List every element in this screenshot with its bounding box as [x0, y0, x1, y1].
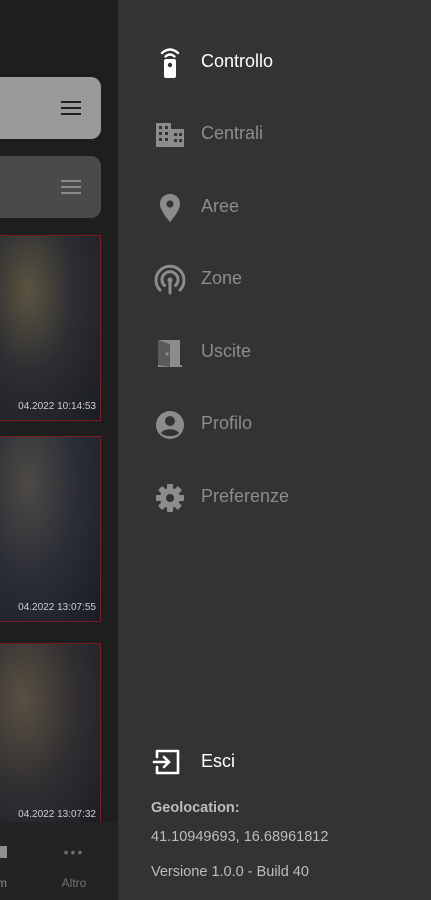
- building-icon: [154, 119, 186, 151]
- version-text: Versione 1.0.0 - Build 40: [151, 864, 309, 880]
- nav-item-preferenze[interactable]: Preferenze: [118, 469, 431, 525]
- nav-label: Preferenze: [201, 486, 290, 506]
- nav-item-centrali[interactable]: Centrali: [118, 106, 431, 162]
- background-card[interactable]: [0, 156, 101, 218]
- background-app: 04.2022 10:14:53 04.2022 13:07:55 04.202…: [0, 0, 118, 900]
- door-icon: [154, 337, 186, 369]
- camera-thumbnail[interactable]: 04.2022 10:14:53: [0, 235, 101, 421]
- navigation-drawer: Controllo Centrali Aree Zone Uscite Prof…: [118, 0, 431, 900]
- account-circle-icon: [154, 409, 186, 441]
- thumbnail-timestamp: 04.2022 10:14:53: [18, 401, 96, 412]
- nav-item-uscite[interactable]: Uscite: [118, 324, 431, 380]
- remote-control-icon: [154, 47, 186, 79]
- geolocation-value: 41.10949693, 16.68961812: [151, 829, 329, 845]
- camera-thumbnail[interactable]: 04.2022 13:07:55: [0, 436, 101, 622]
- menu-icon[interactable]: [61, 101, 81, 115]
- background-card[interactable]: [0, 77, 101, 139]
- nav-label: Uscite: [201, 341, 252, 361]
- thumbnail-timestamp: 04.2022 13:07:55: [18, 602, 96, 613]
- tab-label: Altro: [61, 876, 87, 890]
- camera-tab-icon: [0, 844, 22, 860]
- menu-icon[interactable]: [61, 180, 81, 194]
- logout-icon: [151, 746, 183, 778]
- nav-label: Profilo: [201, 413, 253, 433]
- background-header: [0, 0, 118, 60]
- tab-camera[interactable]: m: [0, 822, 22, 900]
- nav-label: Controllo: [201, 51, 274, 71]
- bottom-tab-bar: m ••• Altro: [0, 822, 118, 900]
- location-pin-icon: [154, 192, 186, 224]
- camera-thumbnail[interactable]: 04.2022 13:07:32: [0, 643, 101, 829]
- nav-label: Zone: [201, 268, 243, 288]
- tab-label: m: [0, 876, 7, 890]
- tab-more[interactable]: ••• Altro: [52, 822, 96, 900]
- thumbnail-timestamp: 04.2022 13:07:32: [18, 809, 96, 820]
- nav-item-zone[interactable]: Zone: [118, 251, 431, 307]
- nav-label: Aree: [201, 196, 240, 216]
- nav-item-aree[interactable]: Aree: [118, 179, 431, 235]
- nav-label: Centrali: [201, 123, 264, 143]
- geolocation-title: Geolocation:: [151, 800, 240, 816]
- nav-item-controllo[interactable]: Controllo: [118, 34, 431, 90]
- more-horizontal-icon: •••: [63, 844, 85, 860]
- gear-icon: [154, 482, 186, 514]
- radar-icon: [154, 264, 186, 296]
- logout-label: Esci: [201, 751, 236, 771]
- logout-button[interactable]: Esci: [118, 734, 431, 790]
- nav-item-profilo[interactable]: Profilo: [118, 396, 431, 452]
